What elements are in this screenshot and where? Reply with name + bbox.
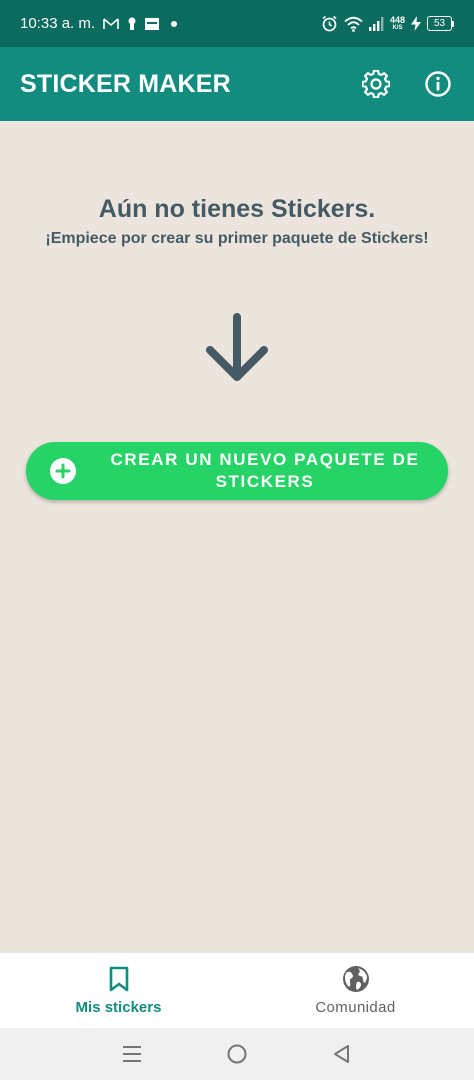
home-icon xyxy=(227,1044,247,1064)
app-actions xyxy=(360,68,454,100)
tab-mis-stickers[interactable]: Mis stickers xyxy=(0,953,237,1028)
create-pack-button[interactable]: CREAR UN NUEVO PAQUETE DE STICKERS xyxy=(26,442,448,500)
status-bar: 10:33 a. m. 448 K/S 53 xyxy=(0,0,474,47)
app-title: STICKER MAKER xyxy=(20,69,231,98)
recent-apps-button[interactable] xyxy=(112,1034,152,1074)
empty-state-subtitle: ¡Empiece por crear su primer paquete de … xyxy=(45,230,429,247)
net-speed-value: 448 xyxy=(389,14,405,25)
gmail-icon xyxy=(103,17,119,30)
alarm-icon xyxy=(321,15,338,32)
back-icon xyxy=(333,1045,349,1063)
net-speed-unit: K/S xyxy=(392,24,403,31)
bottom-nav: Mis stickers Comunidad xyxy=(0,953,474,1028)
home-button[interactable] xyxy=(217,1034,257,1074)
battery-tip xyxy=(452,20,454,27)
info-button[interactable] xyxy=(422,68,454,100)
create-pack-label: CREAR UN NUEVO PAQUETE DE STICKERS xyxy=(110,450,420,491)
status-time: 10:33 a. m. xyxy=(20,15,96,32)
status-left: 10:33 a. m. xyxy=(20,15,181,32)
arrow-down-icon xyxy=(206,313,268,381)
settings-icon xyxy=(362,70,390,98)
battery-icon: 53 xyxy=(427,16,454,31)
back-button[interactable] xyxy=(322,1034,362,1074)
menu-icon xyxy=(123,1046,142,1062)
tab-mis-stickers-label: Mis stickers xyxy=(75,999,162,1016)
plus-circle-icon xyxy=(50,458,76,484)
card-icon xyxy=(145,17,160,31)
signal-icon xyxy=(368,16,384,31)
status-right: 448 K/S 53 xyxy=(321,15,454,32)
settings-button[interactable] xyxy=(360,68,392,100)
globe-icon xyxy=(342,965,370,993)
app-bar: STICKER MAKER xyxy=(0,47,474,121)
tab-comunidad-label: Comunidad xyxy=(315,999,396,1016)
main-content: Aún no tienes Stickers. ¡Empiece por cre… xyxy=(0,121,474,953)
tab-comunidad[interactable]: Comunidad xyxy=(237,953,474,1028)
info-icon xyxy=(425,71,451,97)
system-nav-bar xyxy=(0,1028,474,1080)
dot-icon xyxy=(167,17,181,31)
keyhole-icon xyxy=(127,17,137,31)
bookmark-icon xyxy=(105,965,133,993)
net-speed: 448 K/S xyxy=(389,14,405,32)
wifi-icon xyxy=(344,16,363,32)
empty-state-title: Aún no tienes Stickers. xyxy=(98,195,376,223)
charging-icon xyxy=(411,16,421,31)
battery-level: 53 xyxy=(427,16,452,31)
